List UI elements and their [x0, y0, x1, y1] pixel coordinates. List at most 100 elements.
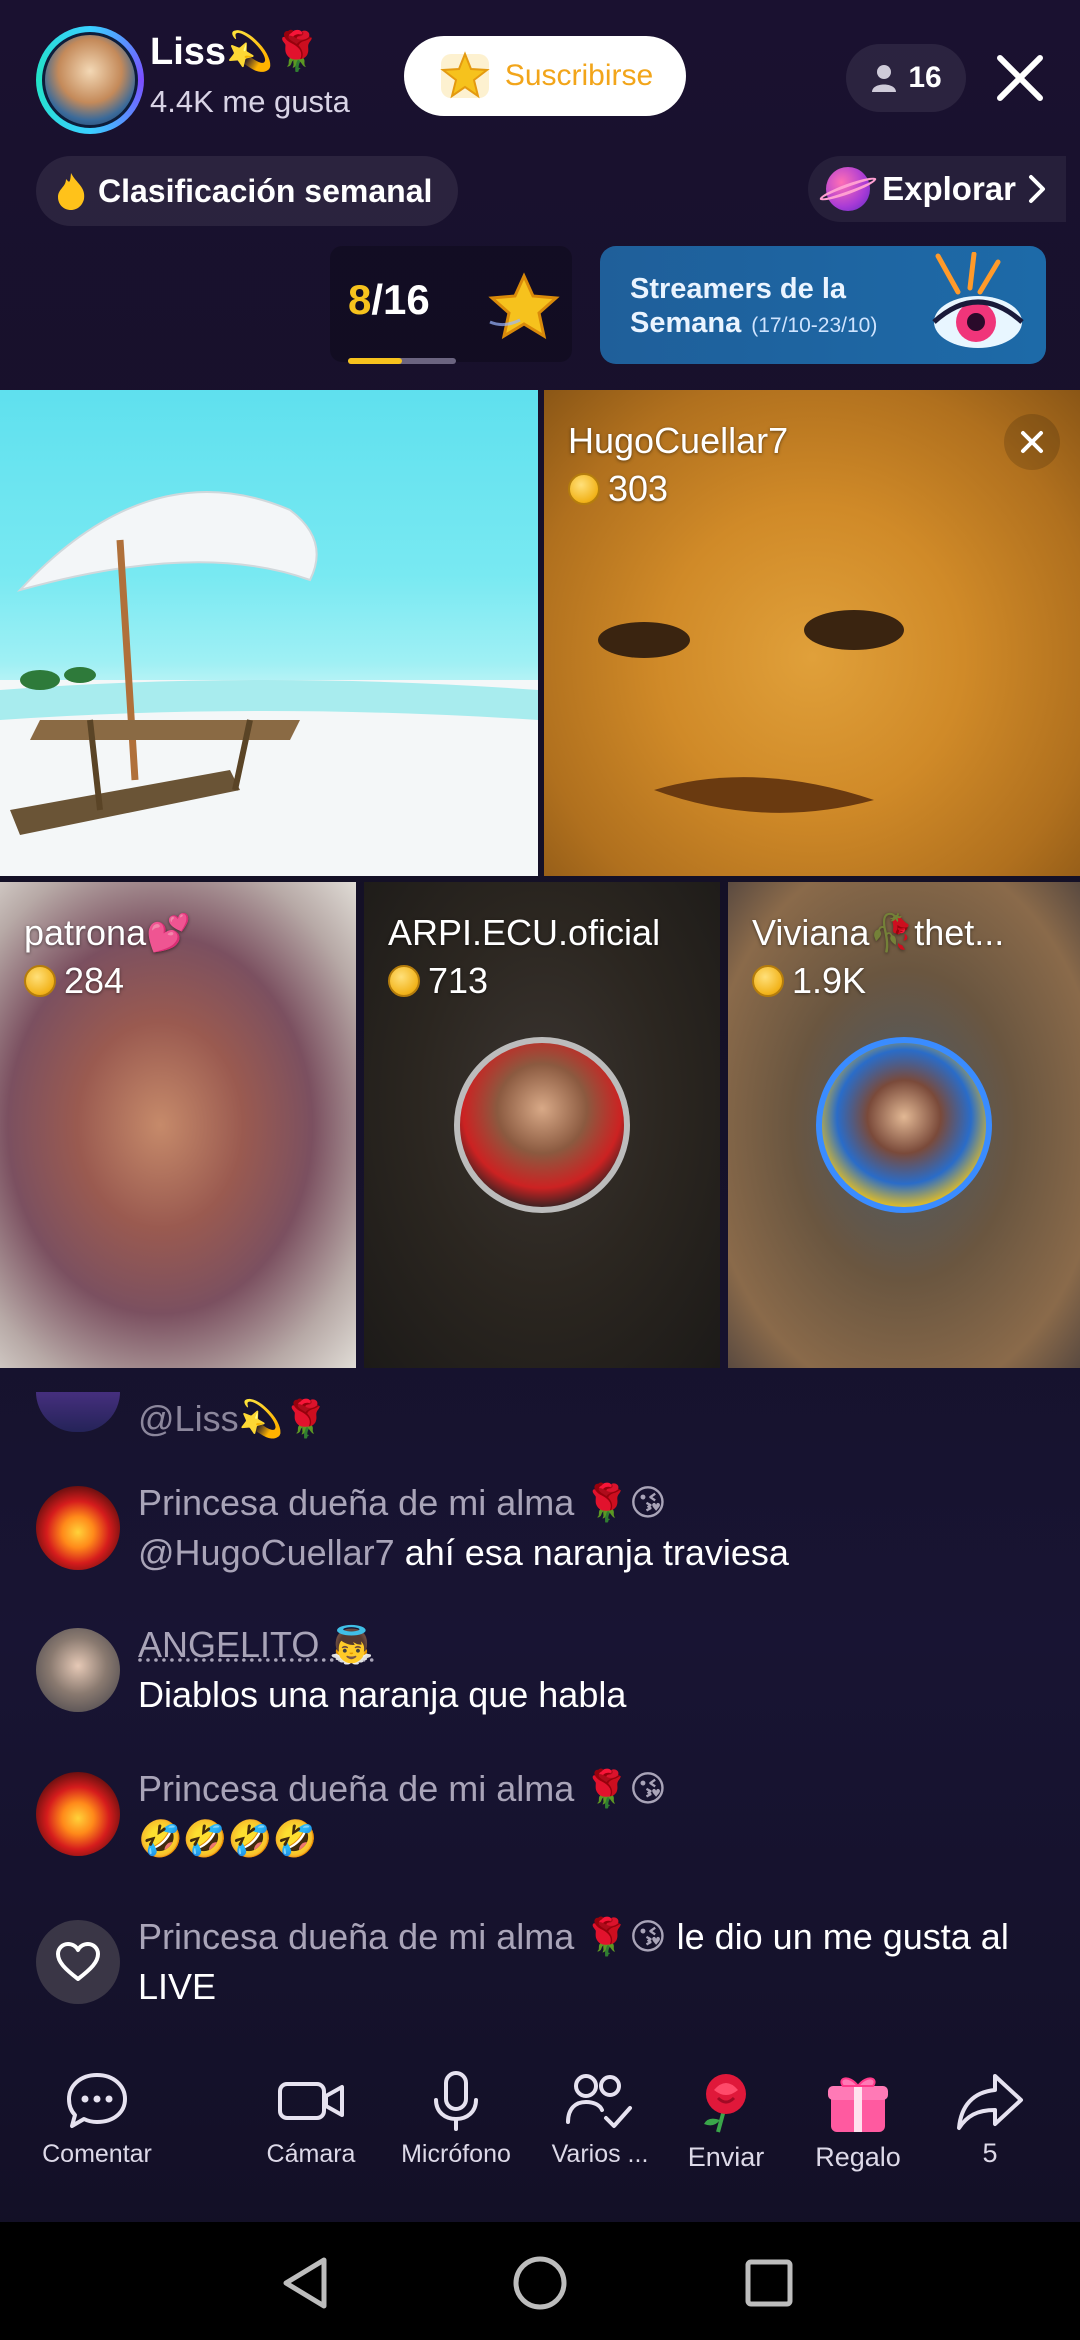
like-event-badge: [36, 1920, 120, 2004]
eye-icon: [932, 252, 1024, 348]
star-icon: [440, 51, 490, 99]
chat-like-event[interactable]: Princesa dueña de mi alma 🌹😘 le dio un m…: [36, 1912, 1046, 2022]
chat-mention-partial: @Liss💫🌹: [138, 1398, 329, 1439]
guest-name: Viviana🥀thet...: [752, 912, 1005, 953]
coin-icon: [24, 965, 56, 997]
chat-message[interactable]: ANGELITO 👼 Diablos una naranja que habla: [36, 1620, 1046, 1730]
weekly-ranking-pill[interactable]: Clasificación semanal: [36, 156, 459, 226]
planet-icon: [826, 167, 871, 211]
remove-guest-button[interactable]: [1004, 414, 1060, 470]
guest-progress[interactable]: 8/16: [330, 246, 572, 364]
banner-title: Streamers de la Semana (17/10-23/10): [630, 272, 890, 343]
chat-body: Princesa dueña de mi alma 🌹😘 @HugoCuella…: [138, 1478, 1038, 1578]
person-icon: [872, 65, 897, 92]
close-icon: [1021, 431, 1043, 453]
guest-tile-patrona[interactable]: patrona💕 284: [0, 882, 356, 1368]
chat-text: Diablos una naranja que habla: [138, 1674, 627, 1715]
guest-tile-viviana[interactable]: Viviana🥀thet... 1.9K: [728, 882, 1080, 1368]
guest-coins: 284: [24, 960, 124, 1002]
system-nav-bar: [0, 2222, 1080, 2340]
host-video-tile[interactable]: [0, 390, 538, 876]
chat-avatar-partial: [36, 1392, 120, 1432]
microphone-icon: [434, 2071, 478, 2131]
comment-button[interactable]: Comentar: [22, 2070, 172, 2169]
heart-outline-icon: [56, 1942, 100, 1981]
subscribe-label: Suscribirse: [504, 59, 654, 92]
share-button[interactable]: 5: [915, 2070, 1065, 2169]
chat-username[interactable]: Princesa dueña de mi alma 🌹😘: [138, 1478, 1038, 1528]
explore-pill[interactable]: Explorar: [808, 156, 1066, 222]
chat-username[interactable]: Princesa dueña de mi alma 🌹😘: [138, 1764, 1038, 1814]
home-icon[interactable]: [505, 2248, 575, 2318]
viewer-count-pill[interactable]: 16: [846, 44, 966, 112]
guest-name: patrona💕: [24, 912, 191, 953]
guest-coin-count: 284: [64, 960, 125, 1001]
video-camera-icon: [278, 2082, 344, 2120]
guest-tile-hugocuellar7[interactable]: HugoCuellar7 303: [544, 390, 1080, 876]
guest-avatar: [454, 1037, 630, 1213]
coin-icon: [388, 965, 420, 997]
chat-avatar[interactable]: [36, 1486, 120, 1570]
guest-name: ARPI.ECU.oficial: [388, 912, 661, 953]
live-stream-screen: Liss💫🌹 4.4K me gusta Suscribirse 16 Clas…: [0, 0, 1080, 2340]
fire-icon: [58, 173, 85, 210]
host-avatar[interactable]: [36, 26, 144, 134]
guest-coins: 713: [388, 960, 488, 1002]
guest-avatar: [816, 1037, 992, 1213]
guest-coins: 1.9K: [752, 960, 866, 1002]
chat-body: ANGELITO 👼 Diablos una naranja que habla: [138, 1620, 1038, 1720]
chat-text: ahí esa naranja traviesa: [404, 1532, 789, 1573]
host-avatar-image: [42, 32, 138, 128]
guest-tile-arpi[interactable]: ARPI.ECU.oficial 713: [364, 882, 720, 1368]
comment-label: Comentar: [42, 2140, 152, 2168]
multi-guest-icon: [566, 2074, 632, 2128]
gift-button[interactable]: Regalo: [783, 2070, 933, 2173]
microphone-label: Micrófono: [401, 2140, 511, 2168]
guest-coin-count: 1.9K: [792, 960, 867, 1001]
recents-icon[interactable]: [734, 2248, 804, 2318]
send-label: Enviar: [687, 2142, 765, 2172]
explore-label: Explorar: [882, 170, 1016, 207]
chat-message[interactable]: Princesa dueña de mi alma 🌹😘 🤣🤣🤣🤣: [36, 1764, 1046, 1874]
host-name[interactable]: Liss💫🌹: [150, 30, 321, 74]
beach-scene: [0, 491, 538, 876]
chat-avatar[interactable]: [36, 1772, 120, 1856]
share-count: 5: [982, 2138, 998, 2168]
host-likes: 4.4K me gusta: [150, 84, 350, 119]
back-icon[interactable]: [272, 2248, 342, 2318]
chevron-right-icon: [1029, 175, 1045, 203]
subscribe-button[interactable]: Suscribirse: [404, 36, 686, 116]
weekly-ranking-label: Clasificación semanal: [98, 172, 433, 209]
guest-coins: 303: [568, 468, 668, 510]
share-arrow-icon: [957, 2074, 1023, 2130]
progress-total: /16: [371, 276, 430, 323]
chat-feed[interactable]: @Liss💫🌹 Princesa dueña de mi alma 🌹😘 @Hu…: [0, 1376, 1080, 2036]
close-icon[interactable]: [990, 48, 1050, 108]
coin-icon: [568, 473, 600, 505]
rose-icon: [704, 2074, 746, 2133]
chat-username[interactable]: ANGELITO 👼: [138, 1620, 1038, 1670]
gift-label: Regalo: [815, 2142, 901, 2172]
guest-name: HugoCuellar7: [568, 420, 789, 461]
progress-bar: [348, 358, 456, 364]
chat-message[interactable]: Princesa dueña de mi alma 🌹😘 @HugoCuella…: [36, 1478, 1046, 1598]
gold-star-icon: [488, 272, 560, 340]
chat-avatar[interactable]: [36, 1628, 120, 1712]
chat-body: Princesa dueña de mi alma 🌹😘 le dio un m…: [138, 1912, 1038, 2012]
bottom-toolbar: Comentar Cámara Micrófono Varios ... Env…: [0, 2070, 1080, 2220]
send-rose-button[interactable]: Enviar: [651, 2070, 801, 2173]
microphone-button[interactable]: Micrófono: [381, 2070, 531, 2169]
coin-icon: [752, 965, 784, 997]
chat-mention[interactable]: @HugoCuellar7: [138, 1532, 395, 1573]
banner-date: (17/10-23/10): [751, 314, 878, 337]
viewer-count: 16: [908, 61, 942, 94]
chat-bubble-icon: [67, 2073, 127, 2128]
camera-label: Cámara: [266, 2140, 356, 2168]
streamers-of-week-banner[interactable]: Streamers de la Semana (17/10-23/10): [600, 246, 1046, 364]
gift-icon: [828, 2077, 888, 2132]
camera-button[interactable]: Cámara: [236, 2070, 386, 2169]
chat-text: 🤣🤣🤣🤣: [138, 1818, 318, 1859]
progress-count: 8/16: [348, 276, 430, 324]
chat-body: Princesa dueña de mi alma 🌹😘 🤣🤣🤣🤣: [138, 1764, 1038, 1864]
chat-username[interactable]: Princesa dueña de mi alma 🌹😘: [138, 1916, 667, 1957]
